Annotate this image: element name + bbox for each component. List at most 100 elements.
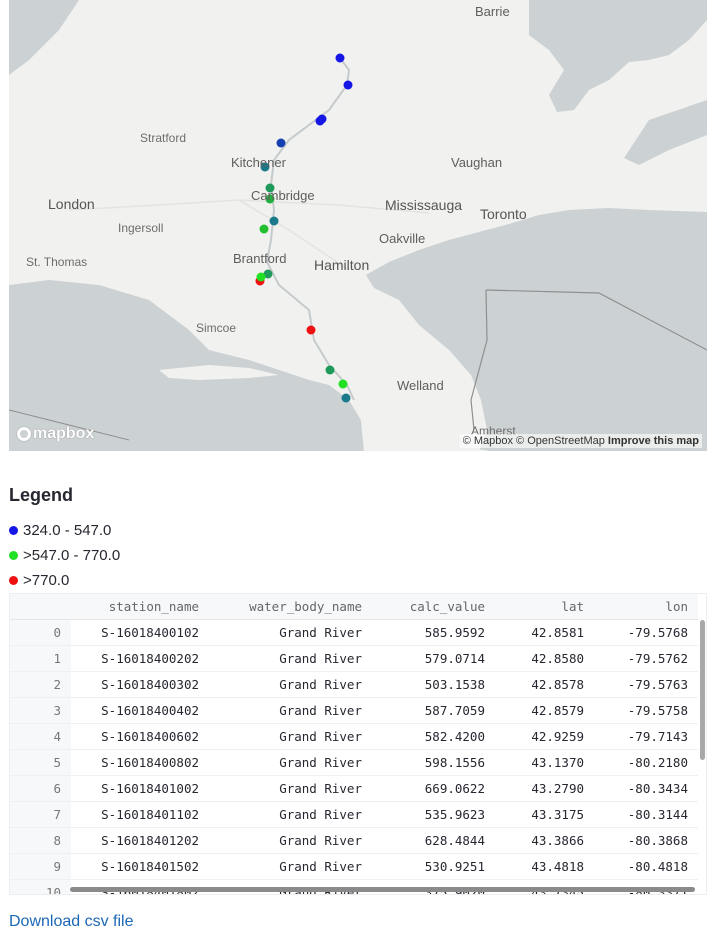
table-cell[interactable]: 42.8581 (495, 619, 594, 646)
table-cell[interactable]: -80.3868 (594, 827, 698, 854)
table-cell[interactable]: S-16018400202 (71, 645, 209, 672)
data-table[interactable]: station_name water_body_name calc_value … (9, 593, 707, 895)
table-cell[interactable]: Grand River (209, 775, 372, 802)
city-label: Mississauga (385, 197, 463, 213)
station-point[interactable] (276, 138, 286, 148)
table-cell[interactable]: -79.7143 (594, 723, 698, 750)
table-cell[interactable]: -80.2180 (594, 749, 698, 776)
station-point[interactable] (259, 224, 269, 234)
red-dot-icon (9, 576, 18, 585)
table-row[interactable]: 8 S-16018401202 Grand River 628.4844 43.3866… (10, 827, 698, 854)
table-cell[interactable]: 669.0622 (372, 775, 495, 802)
table-cell[interactable]: -80.3144 (594, 801, 698, 828)
column-header-water-body-name[interactable]: water_body_name (209, 594, 372, 620)
table-cell[interactable]: 43.2790 (495, 775, 594, 802)
table-cell[interactable]: Grand River (209, 827, 372, 854)
table-cell[interactable]: Grand River (209, 619, 372, 646)
row-index[interactable]: 8 (10, 827, 71, 854)
row-index[interactable]: 10 (10, 879, 71, 894)
station-point[interactable] (325, 365, 335, 375)
table-cell[interactable]: 42.8580 (495, 645, 594, 672)
column-header-index[interactable] (10, 594, 71, 620)
column-header-station-name[interactable]: station_name (71, 594, 209, 620)
table-row[interactable]: 6 S-16018401002 Grand River 669.0622 43.2790… (10, 775, 698, 802)
table-row[interactable]: 9 S-16018401502 Grand River 530.9251 43.4818… (10, 853, 698, 880)
table-cell[interactable]: 42.9259 (495, 723, 594, 750)
attribution-text[interactable]: © Mapbox © OpenStreetMap (463, 435, 605, 447)
table-cell[interactable]: -79.5768 (594, 619, 698, 646)
station-point[interactable] (338, 379, 348, 389)
table-cell[interactable]: S-16018400602 (71, 723, 209, 750)
table-cell[interactable]: -80.3434 (594, 775, 698, 802)
table-cell[interactable]: 535.9623 (372, 801, 495, 828)
table-cell[interactable]: -79.5763 (594, 671, 698, 698)
station-point[interactable] (256, 272, 266, 282)
row-index[interactable]: 4 (10, 723, 71, 750)
table-cell[interactable]: -79.5758 (594, 697, 698, 724)
row-index[interactable]: 7 (10, 801, 71, 828)
station-point[interactable] (343, 80, 353, 90)
table-cell[interactable]: 43.1370 (495, 749, 594, 776)
table-cell[interactable]: S-16018401202 (71, 827, 209, 854)
row-index[interactable]: 3 (10, 697, 71, 724)
table-row[interactable]: 7 S-16018401102 Grand River 535.9623 43.3175… (10, 801, 698, 828)
table-cell[interactable]: S-16018400802 (71, 749, 209, 776)
table-cell[interactable]: Grand River (209, 801, 372, 828)
column-header-lat[interactable]: lat (495, 594, 594, 620)
table-row[interactable]: 1 S-16018400202 Grand River 579.0714 42.8580… (10, 645, 698, 672)
station-point[interactable] (269, 216, 279, 226)
table-cell[interactable]: Grand River (209, 697, 372, 724)
table-cell[interactable]: S-16018400402 (71, 697, 209, 724)
download-csv-link[interactable]: Download csv file (9, 913, 134, 931)
table-cell[interactable]: 42.8578 (495, 671, 594, 698)
table-cell[interactable]: 585.9592 (372, 619, 495, 646)
row-index[interactable]: 2 (10, 671, 71, 698)
table-cell[interactable]: S-16018401502 (71, 853, 209, 880)
table-cell[interactable]: 628.4844 (372, 827, 495, 854)
table-cell[interactable]: 43.3175 (495, 801, 594, 828)
table-row[interactable]: 3 S-16018400402 Grand River 587.7059 42.8579… (10, 697, 698, 724)
table-cell[interactable]: S-16018401102 (71, 801, 209, 828)
row-index[interactable]: 0 (10, 619, 71, 646)
horizontal-scrollbar[interactable] (70, 887, 695, 892)
row-index[interactable]: 5 (10, 749, 71, 776)
table-header-row: station_name water_body_name calc_value … (10, 594, 698, 620)
table-cell[interactable]: 582.4200 (372, 723, 495, 750)
table-cell[interactable]: S-16018401002 (71, 775, 209, 802)
table-cell[interactable]: 598.1556 (372, 749, 495, 776)
table-cell[interactable]: Grand River (209, 645, 372, 672)
green-dot-icon (9, 551, 18, 560)
vertical-scrollbar[interactable] (700, 620, 705, 760)
table-cell[interactable]: 43.4818 (495, 853, 594, 880)
table-row[interactable]: 4 S-16018400602 Grand River 582.4200 42.9259… (10, 723, 698, 750)
table-cell[interactable]: -80.4818 (594, 853, 698, 880)
row-index[interactable]: 1 (10, 645, 71, 672)
table-row[interactable]: 2 S-16018400302 Grand River 503.1538 42.8578… (10, 671, 698, 698)
table-row[interactable]: 5 S-16018400802 Grand River 598.1556 43.1370… (10, 749, 698, 776)
station-point[interactable] (335, 53, 345, 63)
row-index[interactable]: 6 (10, 775, 71, 802)
table-cell[interactable]: 579.0714 (372, 645, 495, 672)
table-cell[interactable]: S-16018400302 (71, 671, 209, 698)
station-point[interactable] (341, 393, 351, 403)
table-cell[interactable]: Grand River (209, 749, 372, 776)
table-cell[interactable]: S-16018400102 (71, 619, 209, 646)
improve-map-link[interactable]: Improve this map (608, 435, 699, 447)
table-cell[interactable]: Grand River (209, 723, 372, 750)
table-cell[interactable]: 530.9251 (372, 853, 495, 880)
station-point[interactable] (306, 325, 316, 335)
table-cell[interactable]: 42.8579 (495, 697, 594, 724)
row-index[interactable]: 9 (10, 853, 71, 880)
mapbox-logo[interactable]: mapbox (17, 425, 94, 443)
table-cell[interactable]: Grand River (209, 853, 372, 880)
column-header-lon[interactable]: lon (594, 594, 698, 620)
station-point[interactable] (317, 114, 327, 124)
table-cell[interactable]: -79.5762 (594, 645, 698, 672)
table-cell[interactable]: 43.3866 (495, 827, 594, 854)
table-cell[interactable]: 503.1538 (372, 671, 495, 698)
table-cell[interactable]: Grand River (209, 671, 372, 698)
table-row[interactable]: 0 S-16018400102 Grand River 585.9592 42.8581… (10, 619, 698, 646)
table-cell[interactable]: 587.7059 (372, 697, 495, 724)
column-header-calc-value[interactable]: calc_value (372, 594, 495, 620)
map-view[interactable]: Barrie Stratford Kitchener Vaughan Cambr… (9, 0, 707, 451)
